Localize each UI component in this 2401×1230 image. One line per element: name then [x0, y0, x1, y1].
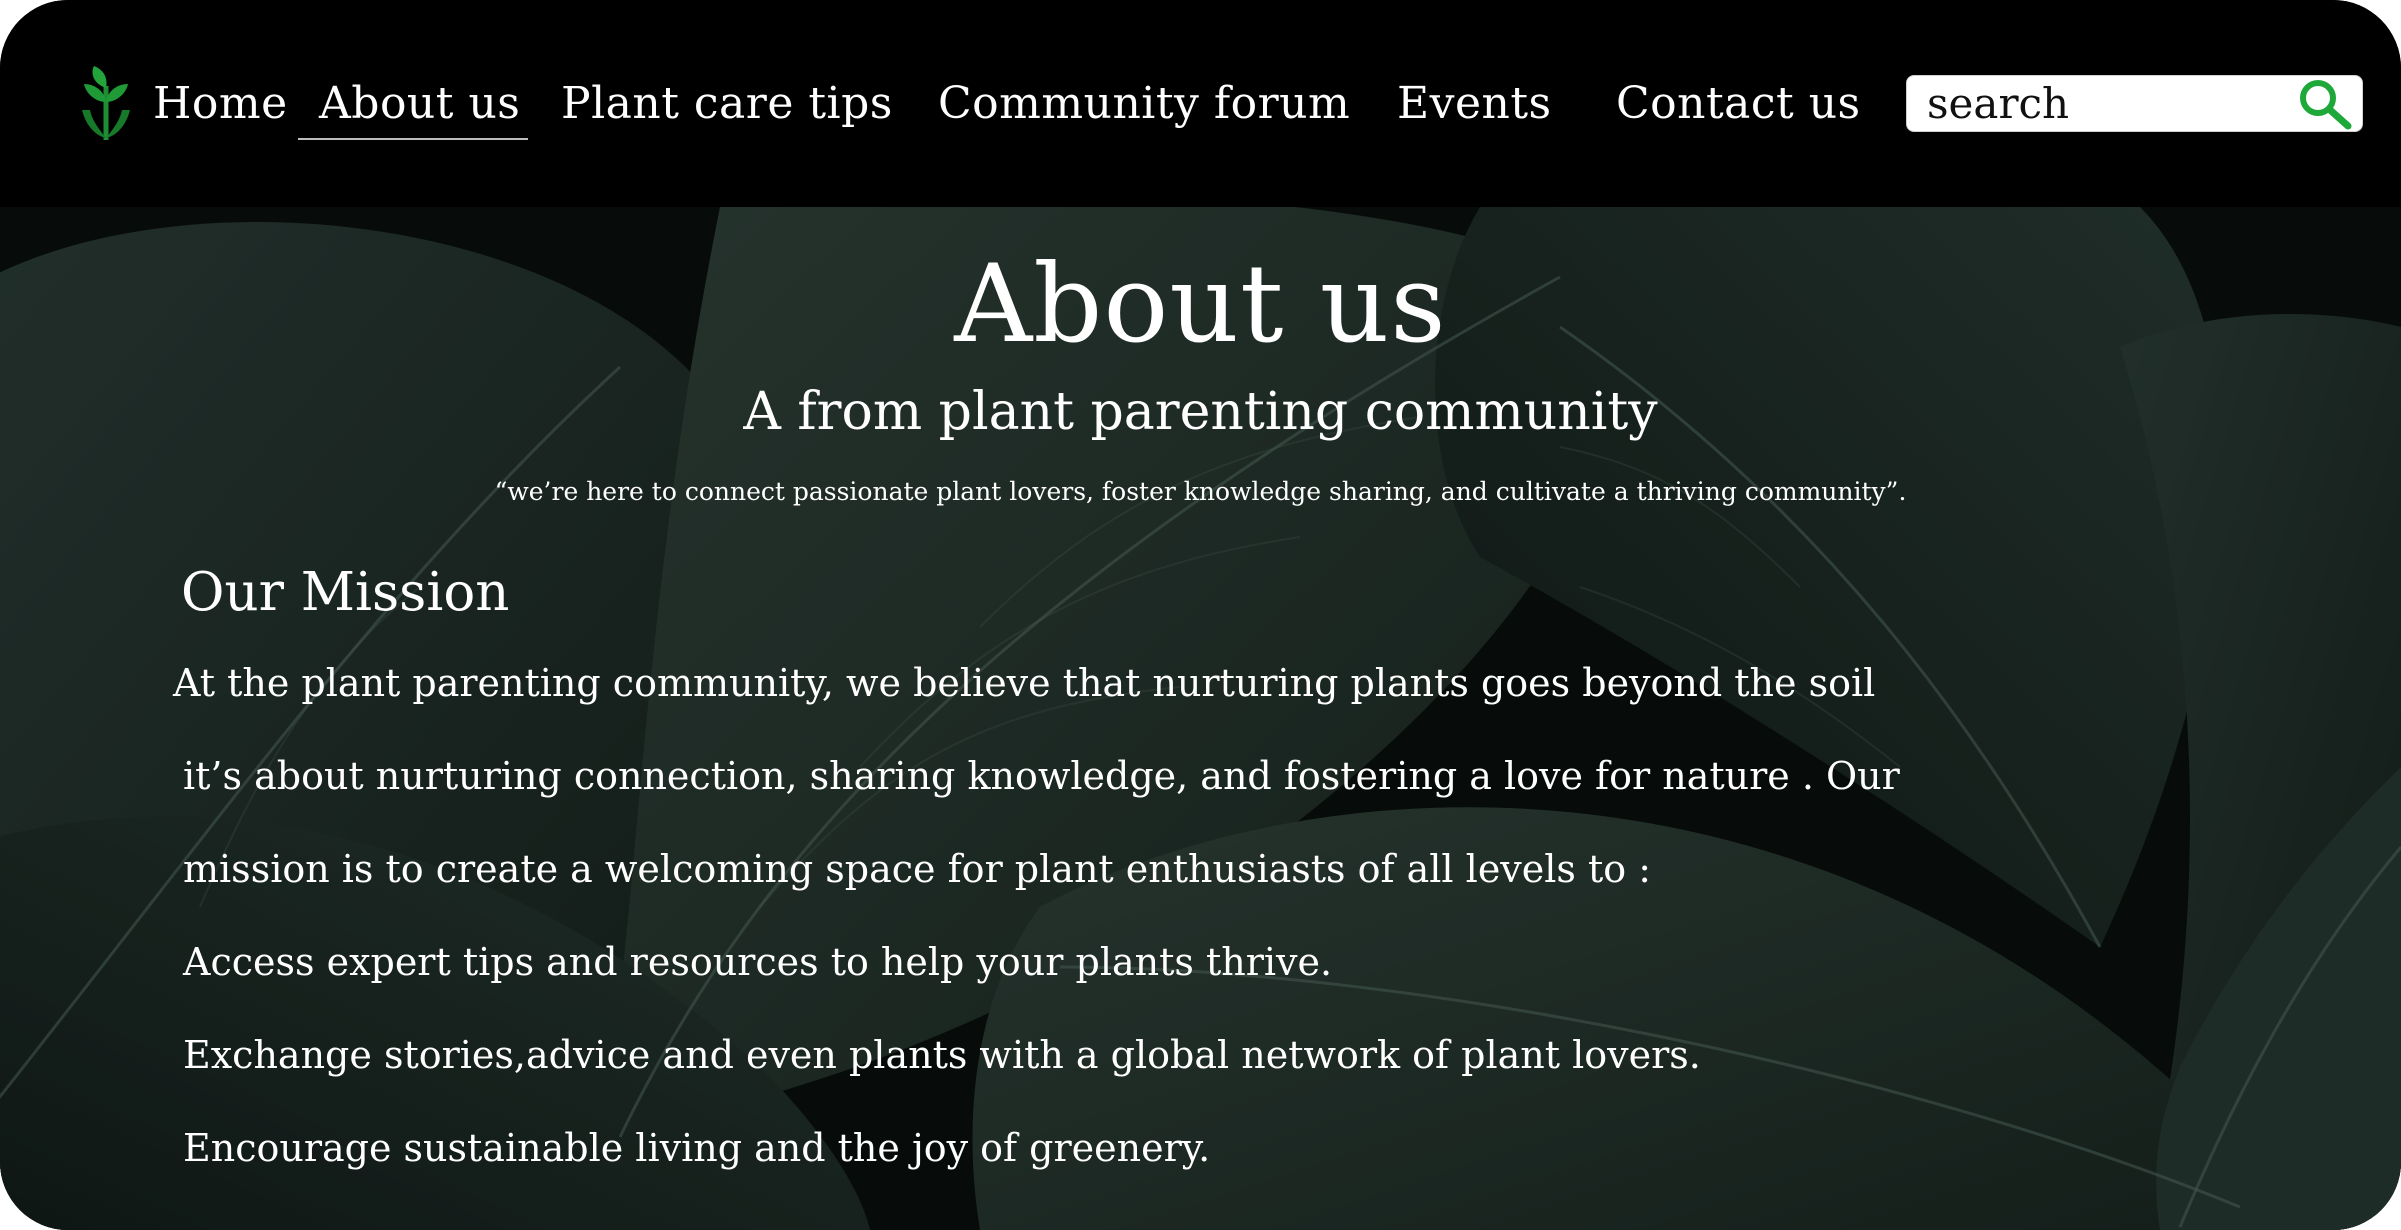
search-box — [1906, 75, 2363, 132]
mission-point-access: Access expert tips and resources to help… — [183, 940, 1333, 984]
nav-home[interactable]: Home — [153, 72, 288, 136]
top-navbar: Home About us Plant care tips Community … — [0, 0, 2401, 207]
nav-events[interactable]: Events — [1397, 72, 1552, 136]
our-mission-heading: Our Mission — [181, 562, 510, 623]
mission-point-encourage: Encourage sustainable living and the joy… — [183, 1126, 1211, 1170]
search-input[interactable] — [1907, 76, 2287, 131]
nav-community-forum[interactable]: Community forum — [938, 72, 1350, 136]
search-icon[interactable] — [2294, 76, 2354, 132]
nav-plant-care-tips[interactable]: Plant care tips — [561, 72, 893, 136]
page-title: About us — [954, 242, 1447, 367]
nav-contact-us[interactable]: Contact us — [1616, 72, 1861, 136]
nav-active-underline — [298, 138, 528, 140]
mission-text-line: it’s about nurturing connection, sharing… — [183, 754, 1900, 798]
mission-text-line: mission is to create a welcoming space f… — [183, 847, 1652, 891]
sprout-hands-logo-icon[interactable] — [78, 66, 134, 142]
page-subtitle: A from plant parenting community — [743, 382, 1658, 442]
page-frame: Home About us Plant care tips Community … — [0, 0, 2401, 1230]
mission-point-exchange: Exchange stories,advice and even plants … — [183, 1033, 1701, 1077]
mission-text-line: At the plant parenting community, we bel… — [173, 661, 1876, 705]
nav-about-us[interactable]: About us — [319, 72, 520, 136]
mission-quote: “we’re here to connect passionate plant … — [494, 477, 1907, 506]
